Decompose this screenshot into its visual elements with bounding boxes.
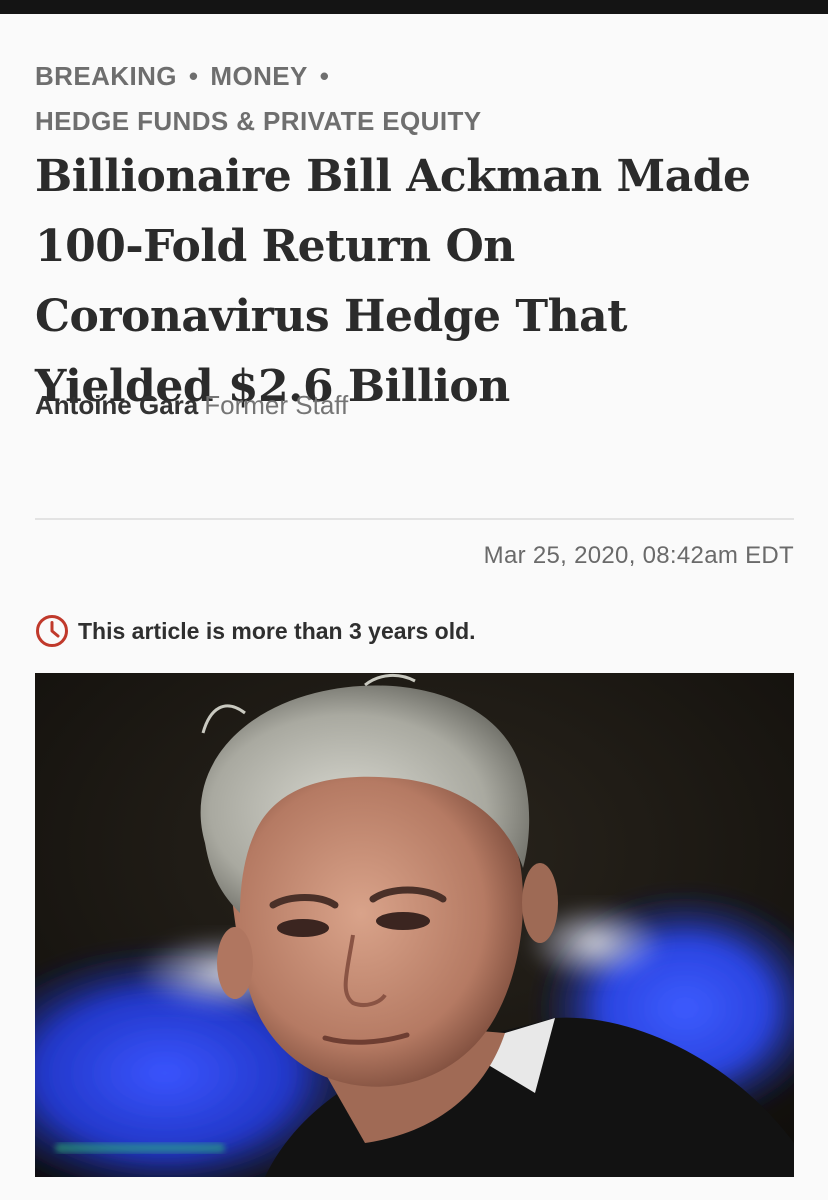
- article-headline: Billionaire Bill Ackman Made 100-Fold Re…: [35, 151, 751, 412]
- hero-image: [35, 673, 794, 1177]
- breadcrumb-hedge-funds[interactable]: HEDGE FUNDS & PRIVATE EQUITY: [35, 106, 482, 136]
- clock-icon: [35, 614, 69, 648]
- divider: [35, 518, 794, 520]
- age-notice-text: This article is more than 3 years old.: [78, 617, 476, 644]
- author-role: Former Staff: [204, 390, 349, 420]
- top-bar: [0, 0, 828, 14]
- publish-timestamp: Mar 25, 2020, 08:42am EDT: [483, 542, 794, 569]
- byline: Antoine Gara Former Staff: [35, 388, 348, 422]
- article-age-notice: This article is more than 3 years old.: [35, 614, 476, 648]
- breadcrumb-money[interactable]: MONEY: [210, 61, 307, 91]
- breadcrumb-separator: •: [188, 61, 199, 91]
- author-name-link[interactable]: Antoine Gara: [35, 390, 198, 420]
- breadcrumb-separator: •: [319, 61, 330, 91]
- breadcrumb-breaking[interactable]: BREAKING: [35, 61, 177, 91]
- breadcrumb: BREAKING • MONEY • HEDGE FUNDS & PRIVATE EQU…: [35, 54, 795, 144]
